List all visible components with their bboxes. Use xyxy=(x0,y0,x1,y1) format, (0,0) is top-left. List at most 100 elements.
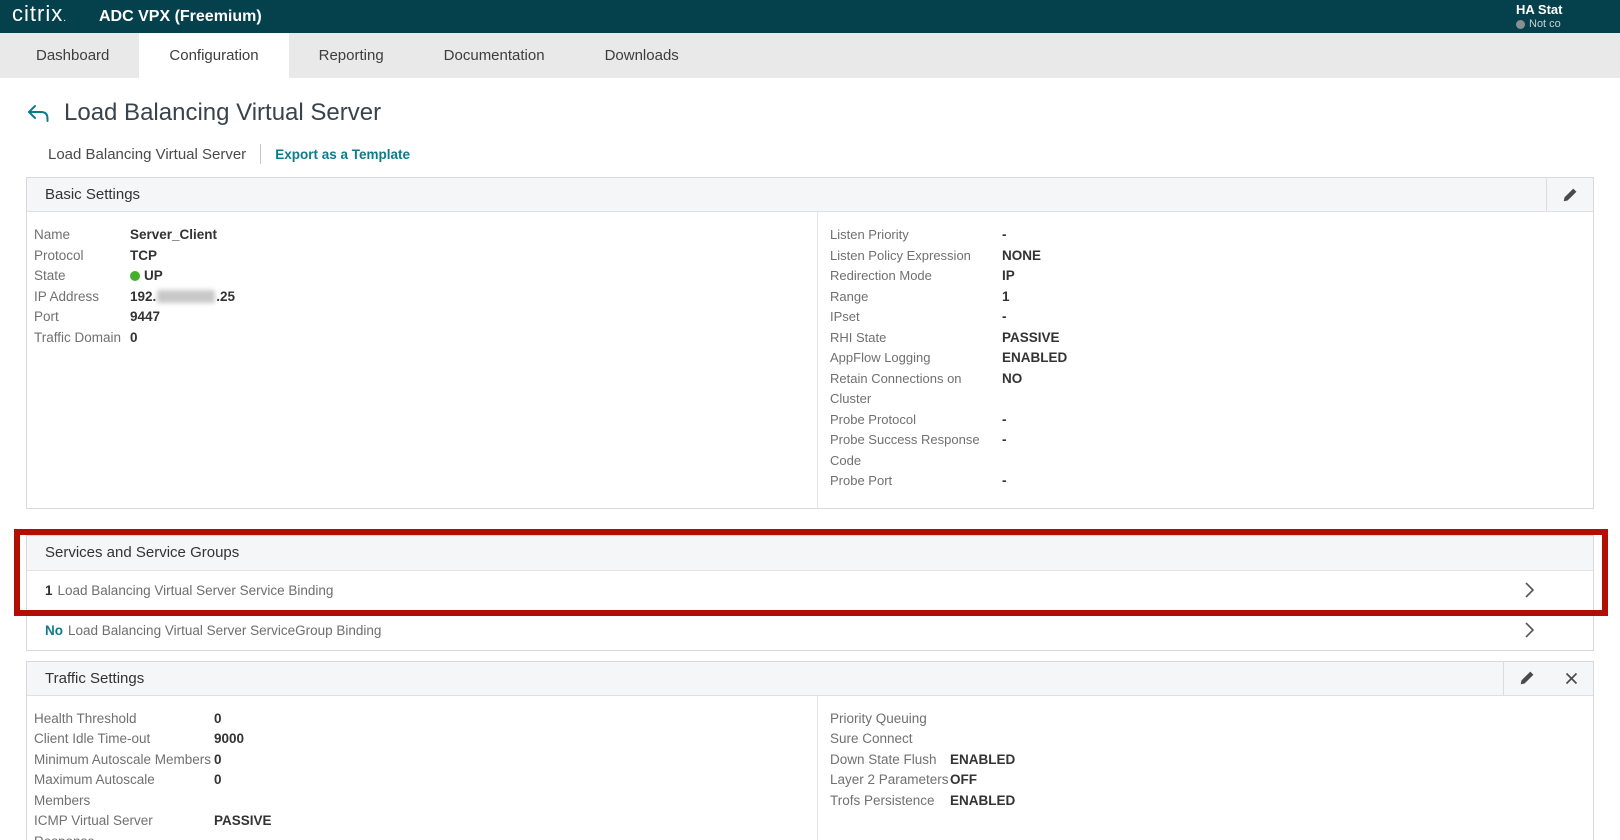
field-label: IP Address xyxy=(34,288,100,304)
field-value: ENABLED xyxy=(950,792,1016,808)
field-row-traffic-domain: Traffic Domain 0 xyxy=(34,328,817,349)
field-label: Health Threshold xyxy=(34,710,137,726)
field-value: PASSIVE xyxy=(1002,329,1060,345)
field-value: - xyxy=(1002,227,1007,242)
field-label: Probe Protocol xyxy=(830,411,916,427)
field-value: 0 xyxy=(214,772,222,787)
citrix-logo-tm-dot: . xyxy=(63,13,67,24)
field-value: ENABLED xyxy=(1002,350,1068,365)
field-row-redirection-mode: Redirection Mode IP xyxy=(830,266,1593,287)
field-label: Probe Port xyxy=(830,473,893,488)
field-value: NONE xyxy=(1002,247,1042,263)
field-label: Layer 2 Parameters xyxy=(830,772,949,787)
field-label: Traffic Domain xyxy=(34,329,122,345)
servicegroup-binding-count: No xyxy=(45,622,63,638)
field-label: Retain Connections on Cluster xyxy=(830,370,962,407)
field-value: UP xyxy=(144,268,163,283)
services-title: Services and Service Groups xyxy=(45,544,240,561)
field-label: Down State Flush xyxy=(830,751,937,767)
field-row-range: Range 1 xyxy=(830,287,1593,308)
service-binding-text: Load Balancing Virtual Server Service Bi… xyxy=(57,582,334,598)
field-label: Probe Success Response Code xyxy=(830,432,980,468)
field-row-trofs-persistence: Trofs Persistence ENABLED xyxy=(830,791,1593,812)
field-value: ENABLED xyxy=(950,751,1016,767)
remove-traffic-settings-button[interactable] xyxy=(1550,662,1593,695)
service-binding-row[interactable]: 1 Load Balancing Virtual Server Service … xyxy=(27,569,1593,610)
field-row-probe-protocol: Probe Protocol - xyxy=(830,410,1593,431)
field-label: IPset xyxy=(830,309,860,324)
field-row-ipset: IPset - xyxy=(830,307,1593,328)
field-value: Server_Client xyxy=(130,227,218,242)
field-row-icmp-response: ICMP Virtual Server Response PASSIVE xyxy=(34,811,817,840)
tab-reporting[interactable]: Reporting xyxy=(289,33,414,78)
services-panel: Services and Service Groups 1 Load Balan… xyxy=(26,534,1594,651)
field-value: - xyxy=(1002,432,1007,447)
servicegroup-binding-text: Load Balancing Virtual Server ServiceGro… xyxy=(68,622,382,638)
field-label: Client Idle Time-out xyxy=(34,731,151,746)
breadcrumb: Load Balancing Virtual Server xyxy=(48,145,247,163)
field-row-protocol: Protocol TCP xyxy=(34,246,817,267)
field-row-name: Name Server_Client xyxy=(34,225,817,246)
field-row-port: Port 9447 xyxy=(34,307,817,328)
services-section: Services and Service Groups 1 Load Balan… xyxy=(14,528,1608,651)
pencil-icon xyxy=(1563,188,1577,201)
field-label: AppFlow Logging xyxy=(830,350,931,365)
field-value: IP xyxy=(1002,268,1015,283)
back-arrow-icon[interactable] xyxy=(26,102,52,124)
field-row-min-autoscale: Minimum Autoscale Members 0 xyxy=(34,750,817,771)
export-template-link[interactable]: Export as a Template xyxy=(275,147,410,162)
servicegroup-binding-row[interactable]: No Load Balancing Virtual Server Service… xyxy=(27,609,1593,650)
field-label: RHI State xyxy=(830,329,887,345)
field-row-state: State UP xyxy=(34,266,817,287)
main-content: Load Balancing Virtual Server Load Balan… xyxy=(0,99,1620,840)
field-value: - xyxy=(1002,473,1007,488)
top-app-bar: citrix. ADC VPX (Freemium) HA Stat Not c… xyxy=(0,0,1620,33)
field-label: State xyxy=(34,268,66,283)
field-label: Redirection Mode xyxy=(830,268,932,283)
field-label: Protocol xyxy=(34,247,84,263)
tab-configuration[interactable]: Configuration xyxy=(139,33,289,78)
field-value: 9000 xyxy=(214,731,245,746)
product-title: ADC VPX (Freemium) xyxy=(99,7,262,25)
ha-status-label: HA Stat xyxy=(1516,2,1563,17)
field-value: NO xyxy=(1002,370,1023,386)
edit-traffic-settings-button[interactable] xyxy=(1504,662,1550,695)
ha-status-value: Not co xyxy=(1529,18,1561,30)
field-row-health-threshold: Health Threshold 0 xyxy=(34,709,817,730)
field-value: PASSIVE xyxy=(214,813,272,828)
field-value: - xyxy=(1002,309,1007,324)
field-value: 0 xyxy=(130,329,138,345)
page-title: Load Balancing Virtual Server xyxy=(64,99,382,126)
tab-downloads[interactable]: Downloads xyxy=(575,33,709,78)
field-value: 9447 xyxy=(130,309,161,324)
ha-status-dot-icon xyxy=(1516,19,1525,29)
basic-settings-panel: Basic Settings Name Server_Client Protoc… xyxy=(26,177,1594,509)
tab-documentation[interactable]: Documentation xyxy=(414,33,575,78)
field-row-priority-queuing: Priority Queuing xyxy=(830,709,1593,730)
redacted-ip-blur xyxy=(157,289,216,303)
field-row-layer2-parameters: Layer 2 Parameters OFF xyxy=(830,770,1593,791)
field-label: Range xyxy=(830,288,869,304)
field-row-listen-policy-expression: Listen Policy Expression NONE xyxy=(830,246,1593,267)
field-value: 1 xyxy=(1002,288,1010,304)
service-binding-count: 1 xyxy=(45,582,53,598)
primary-nav: Dashboard Configuration Reporting Docume… xyxy=(0,33,1620,78)
field-row-sure-connect: Sure Connect xyxy=(830,729,1593,750)
state-up-dot-icon xyxy=(130,271,140,281)
field-row-rhi-state: RHI State PASSIVE xyxy=(830,328,1593,349)
traffic-settings-title: Traffic Settings xyxy=(45,669,145,687)
field-label: Maximum Autoscale Members xyxy=(34,772,155,808)
field-row-probe-success-code: Probe Success Response Code - xyxy=(830,430,1593,471)
tab-dashboard[interactable]: Dashboard xyxy=(6,33,139,78)
citrix-logo-text: citrix xyxy=(12,1,64,26)
field-label: Listen Policy Expression xyxy=(830,247,971,263)
field-row-retain-connections: Retain Connections on Cluster NO xyxy=(830,369,1593,410)
citrix-logo: citrix. xyxy=(12,0,67,34)
traffic-settings-panel: Traffic Settings Health Threshold 0 Clie… xyxy=(26,660,1594,840)
edit-basic-settings-button[interactable] xyxy=(1547,178,1593,211)
field-label: ICMP Virtual Server Response xyxy=(34,813,153,840)
ip-suffix: .25 xyxy=(216,288,236,304)
field-label: Listen Priority xyxy=(830,227,909,242)
field-value: TCP xyxy=(130,247,157,263)
ha-status-block[interactable]: HA Stat Not co xyxy=(1516,2,1620,30)
